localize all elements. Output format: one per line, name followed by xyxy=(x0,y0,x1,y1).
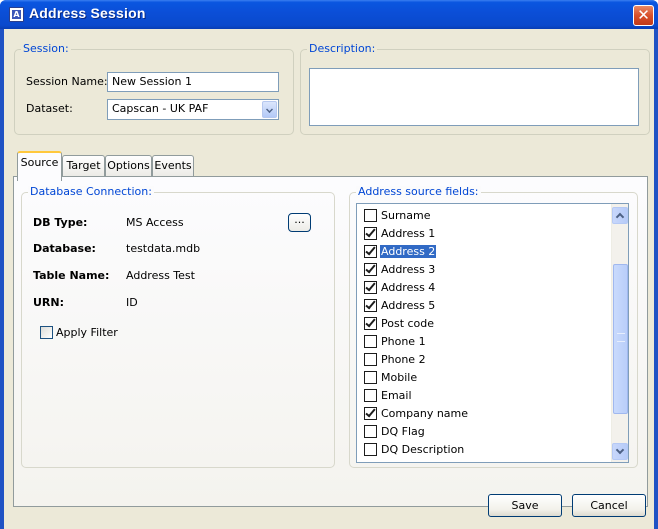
field-label[interactable]: Address 1 xyxy=(380,227,436,240)
app-icon: A xyxy=(9,7,24,22)
tab-target-label: Target xyxy=(66,159,101,172)
dialog-body: Session: Session Name: New Session 1 Dat… xyxy=(4,29,654,529)
chevron-down-icon xyxy=(266,106,273,113)
list-item[interactable]: Surname xyxy=(361,208,609,226)
ellipsis-icon: ... xyxy=(294,213,305,226)
list-item[interactable]: Post code xyxy=(361,316,609,334)
list-item[interactable]: Phone 1 xyxy=(361,334,609,352)
field-label[interactable]: Company name xyxy=(380,407,469,420)
tab-options-label: Options xyxy=(107,159,150,172)
field-label[interactable]: Mobile xyxy=(380,371,418,384)
address-fields-list[interactable]: Surname Address 1 Address 2 Address 3 Addres… xyxy=(356,203,629,463)
database-connection-title: Database Connection: xyxy=(28,185,154,198)
cancel-button-label: Cancel xyxy=(590,499,628,512)
tab-target[interactable]: Target xyxy=(62,155,105,176)
tab-source-label: Source xyxy=(20,156,59,169)
list-item[interactable]: Address 2 xyxy=(361,244,609,262)
description-group-title: Description: xyxy=(307,42,378,55)
dialog-window: A Address Session ✕ Session: Session Nam… xyxy=(0,0,658,529)
field-checkbox[interactable] xyxy=(364,407,377,420)
save-button-label: Save xyxy=(511,499,539,512)
db-type-label: DB Type: xyxy=(33,216,88,229)
tab-events[interactable]: Events xyxy=(152,155,194,176)
title-bar[interactable]: A Address Session ✕ xyxy=(0,0,658,29)
dataset-dropdown-button[interactable] xyxy=(262,101,277,118)
field-label[interactable]: Address 3 xyxy=(380,263,436,276)
table-name-value: Address Test xyxy=(126,269,195,282)
dataset-label: Dataset: xyxy=(26,102,73,115)
list-item[interactable]: Company name xyxy=(361,406,609,424)
field-label[interactable]: Phone 2 xyxy=(380,353,427,366)
address-fields-title: Address source fields: xyxy=(356,185,481,198)
field-checkbox[interactable] xyxy=(364,263,377,276)
field-label[interactable]: Address 2 xyxy=(378,244,438,259)
list-scrollbar[interactable] xyxy=(611,204,628,462)
session-name-input[interactable]: New Session 1 xyxy=(107,72,279,92)
session-group: Session: Session Name: New Session 1 Dat… xyxy=(14,43,294,135)
database-label: Database: xyxy=(33,242,96,255)
list-item[interactable]: Address 3 xyxy=(361,262,609,280)
apply-filter-checkbox[interactable] xyxy=(40,326,53,339)
dataset-selected-value: Capscan - UK PAF xyxy=(112,102,209,115)
field-checkbox[interactable] xyxy=(364,353,377,366)
field-checkbox[interactable] xyxy=(364,245,377,258)
database-value: testdata.mdb xyxy=(126,242,201,255)
list-item[interactable]: Address 1 xyxy=(361,226,609,244)
scroll-thumb[interactable] xyxy=(613,264,628,414)
app-icon-letter: A xyxy=(12,10,21,19)
list-item[interactable]: Address 4 xyxy=(361,280,609,298)
urn-value: ID xyxy=(126,296,138,309)
cancel-button[interactable]: Cancel xyxy=(572,494,646,517)
field-checkbox[interactable] xyxy=(364,335,377,348)
description-input[interactable] xyxy=(309,68,639,126)
dataset-select[interactable]: Capscan - UK PAF xyxy=(107,99,279,120)
db-type-value: MS Access xyxy=(126,216,184,229)
database-connection-group: Database Connection: DB Type: MS Access … xyxy=(21,186,335,468)
field-checkbox[interactable] xyxy=(364,299,377,312)
field-label[interactable]: Phone 1 xyxy=(380,335,427,348)
apply-filter-label[interactable]: Apply Filter xyxy=(56,326,118,339)
tab-options[interactable]: Options xyxy=(105,155,152,176)
window-title: Address Session xyxy=(29,5,146,21)
field-checkbox[interactable] xyxy=(364,425,377,438)
session-group-title: Session: xyxy=(21,42,71,55)
field-checkbox[interactable] xyxy=(364,443,377,456)
field-label[interactable]: Post code xyxy=(380,317,435,330)
field-checkbox[interactable] xyxy=(364,317,377,330)
field-checkbox[interactable] xyxy=(364,371,377,384)
field-label[interactable]: Address 4 xyxy=(380,281,436,294)
field-checkbox[interactable] xyxy=(364,389,377,402)
session-name-label: Session Name: xyxy=(26,75,108,88)
field-label[interactable]: Email xyxy=(380,389,413,402)
scroll-down-button[interactable] xyxy=(612,443,628,460)
tab-events-label: Events xyxy=(154,159,192,172)
field-label[interactable]: DQ Description xyxy=(380,443,465,456)
field-label[interactable]: Address 5 xyxy=(380,299,436,312)
save-button[interactable]: Save xyxy=(488,494,562,517)
chevron-down-icon xyxy=(615,445,625,455)
tab-source[interactable]: Source xyxy=(17,151,62,181)
list-item[interactable]: Address 5 xyxy=(361,298,609,316)
list-item[interactable]: Mobile xyxy=(361,370,609,388)
list-item[interactable]: Email xyxy=(361,388,609,406)
description-group: Description: xyxy=(300,43,650,135)
field-checkbox[interactable] xyxy=(364,209,377,222)
close-button[interactable]: ✕ xyxy=(633,5,654,26)
close-icon: ✕ xyxy=(637,6,650,24)
scroll-grip-icon xyxy=(617,333,625,342)
list-item[interactable]: DQ Description xyxy=(361,442,609,460)
scroll-up-button[interactable] xyxy=(612,207,628,224)
chevron-up-icon xyxy=(615,212,625,222)
field-checkbox[interactable] xyxy=(364,227,377,240)
field-label[interactable]: DQ Flag xyxy=(380,425,426,438)
table-name-label: Table Name: xyxy=(33,269,110,282)
list-item[interactable]: Phone 2 xyxy=(361,352,609,370)
urn-label: URN: xyxy=(33,296,65,309)
field-label[interactable]: Surname xyxy=(380,209,431,222)
list-item[interactable]: DQ Flag xyxy=(361,424,609,442)
browse-database-button[interactable]: ... xyxy=(288,213,311,232)
field-checkbox[interactable] xyxy=(364,281,377,294)
